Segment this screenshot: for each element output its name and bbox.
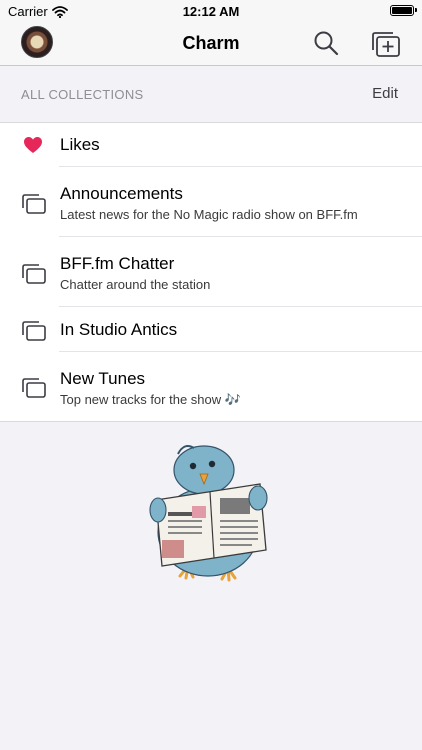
list-item-announcements[interactable]: Announcements Latest news for the No Mag… — [0, 167, 422, 237]
list-item-title: In Studio Antics — [60, 320, 178, 339]
list-item-title: Likes — [60, 135, 100, 154]
collection-icon — [22, 378, 46, 398]
list-item-subtitle: Chatter around the station — [60, 277, 211, 292]
collection-icon — [22, 264, 46, 284]
section-header: ALL COLLECTIONS Edit — [0, 66, 422, 122]
bird-wing — [149, 497, 167, 523]
nav-bar: Charm — [0, 22, 422, 66]
bird-eye — [208, 460, 216, 468]
battery-icon — [390, 5, 417, 16]
list-item-new-tunes[interactable]: New Tunes Top new tracks for the show 🎶 — [0, 352, 422, 422]
section-label: ALL COLLECTIONS — [21, 87, 144, 102]
status-time: 12:12 AM — [182, 4, 240, 19]
bird-wing — [248, 485, 268, 511]
bird-reading-newspaper-illustration — [149, 445, 268, 582]
bird-eye — [189, 462, 197, 470]
list-item-in-studio-antics[interactable]: In Studio Antics — [0, 307, 422, 352]
search-icon[interactable] — [313, 30, 339, 56]
edit-button[interactable]: Edit — [372, 85, 398, 102]
list-item-likes[interactable]: Likes — [0, 123, 422, 167]
collection-icon — [22, 321, 46, 341]
collections-list: Likes Announcements Latest news for the … — [0, 122, 422, 422]
list-item-title: New Tunes — [60, 369, 146, 388]
page-title: Charm — [182, 33, 240, 53]
list-item-subtitle: Top new tracks for the show 🎶 — [60, 392, 241, 407]
list-item-subtitle: Latest news for the No Magic radio show … — [60, 207, 358, 222]
list-item-title: Announcements — [60, 184, 183, 203]
add-collection-icon[interactable] — [369, 30, 401, 58]
heart-icon — [24, 137, 42, 153]
collection-icon — [22, 194, 46, 214]
status-bar: Carrier 12:12 AM — [0, 0, 422, 22]
bird-head — [173, 445, 235, 495]
list-item-bff-chatter[interactable]: BFF.fm Chatter Chatter around the statio… — [0, 237, 422, 307]
list-item-title: BFF.fm Chatter — [60, 254, 175, 273]
